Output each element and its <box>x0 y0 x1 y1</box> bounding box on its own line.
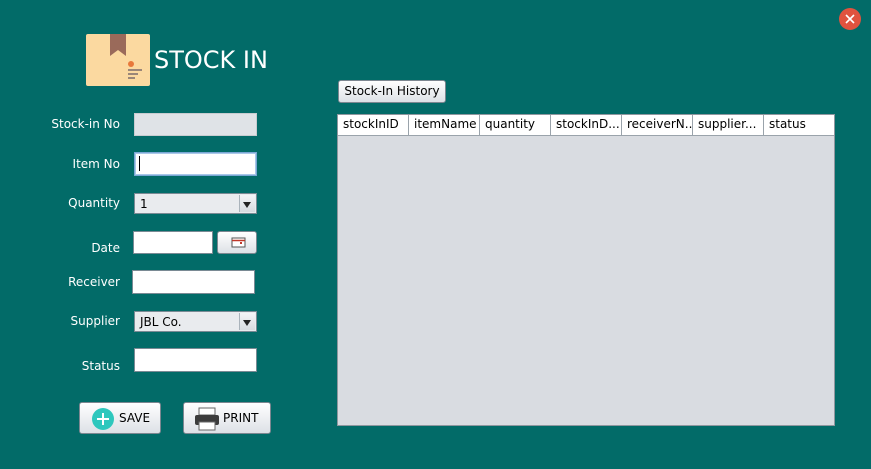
status-label: Status <box>81 359 120 373</box>
column-header[interactable]: stockInD... <box>551 115 622 135</box>
supplier-select[interactable]: JBL Co. <box>134 311 257 332</box>
stock-in-no-label: Stock-in No <box>51 117 120 131</box>
chevron-down-icon <box>239 313 255 330</box>
date-picker-button[interactable] <box>217 231 257 254</box>
date-label: Date <box>91 241 120 255</box>
package-icon <box>86 34 150 86</box>
stock-in-table[interactable]: stockInID itemName quantity stockInD... … <box>337 114 835 426</box>
receiver-field[interactable] <box>132 270 255 294</box>
print-button[interactable]: PRINT <box>183 402 271 434</box>
print-label: PRINT <box>223 411 259 425</box>
quantity-label: Quantity <box>68 196 120 210</box>
column-header[interactable]: status <box>764 115 834 135</box>
column-header[interactable]: receiverN... <box>622 115 693 135</box>
page-title: STOCK IN <box>154 46 268 74</box>
chevron-down-icon <box>239 195 255 212</box>
printer-icon <box>195 407 219 431</box>
stock-in-history-button[interactable]: Stock-In History <box>338 80 446 103</box>
column-header[interactable]: supplier... <box>693 115 764 135</box>
status-field[interactable] <box>134 348 257 372</box>
close-icon <box>845 14 855 24</box>
table-header: stockInID itemName quantity stockInD... … <box>338 115 834 136</box>
column-header[interactable]: stockInID <box>338 115 409 135</box>
item-no-label: Item No <box>72 157 120 171</box>
column-header[interactable]: quantity <box>480 115 551 135</box>
supplier-label: Supplier <box>70 314 120 328</box>
item-no-field[interactable] <box>134 152 257 176</box>
date-field[interactable] <box>133 231 213 254</box>
column-header[interactable]: itemName <box>409 115 480 135</box>
quantity-select[interactable]: 1 <box>134 193 257 214</box>
receiver-label: Receiver <box>68 275 120 289</box>
stock-in-no-field[interactable] <box>134 113 257 136</box>
close-button[interactable] <box>839 8 861 30</box>
calendar-icon <box>231 237 246 248</box>
plus-circle-icon <box>92 408 114 430</box>
save-button[interactable]: SAVE <box>79 402 161 434</box>
save-label: SAVE <box>119 411 151 425</box>
